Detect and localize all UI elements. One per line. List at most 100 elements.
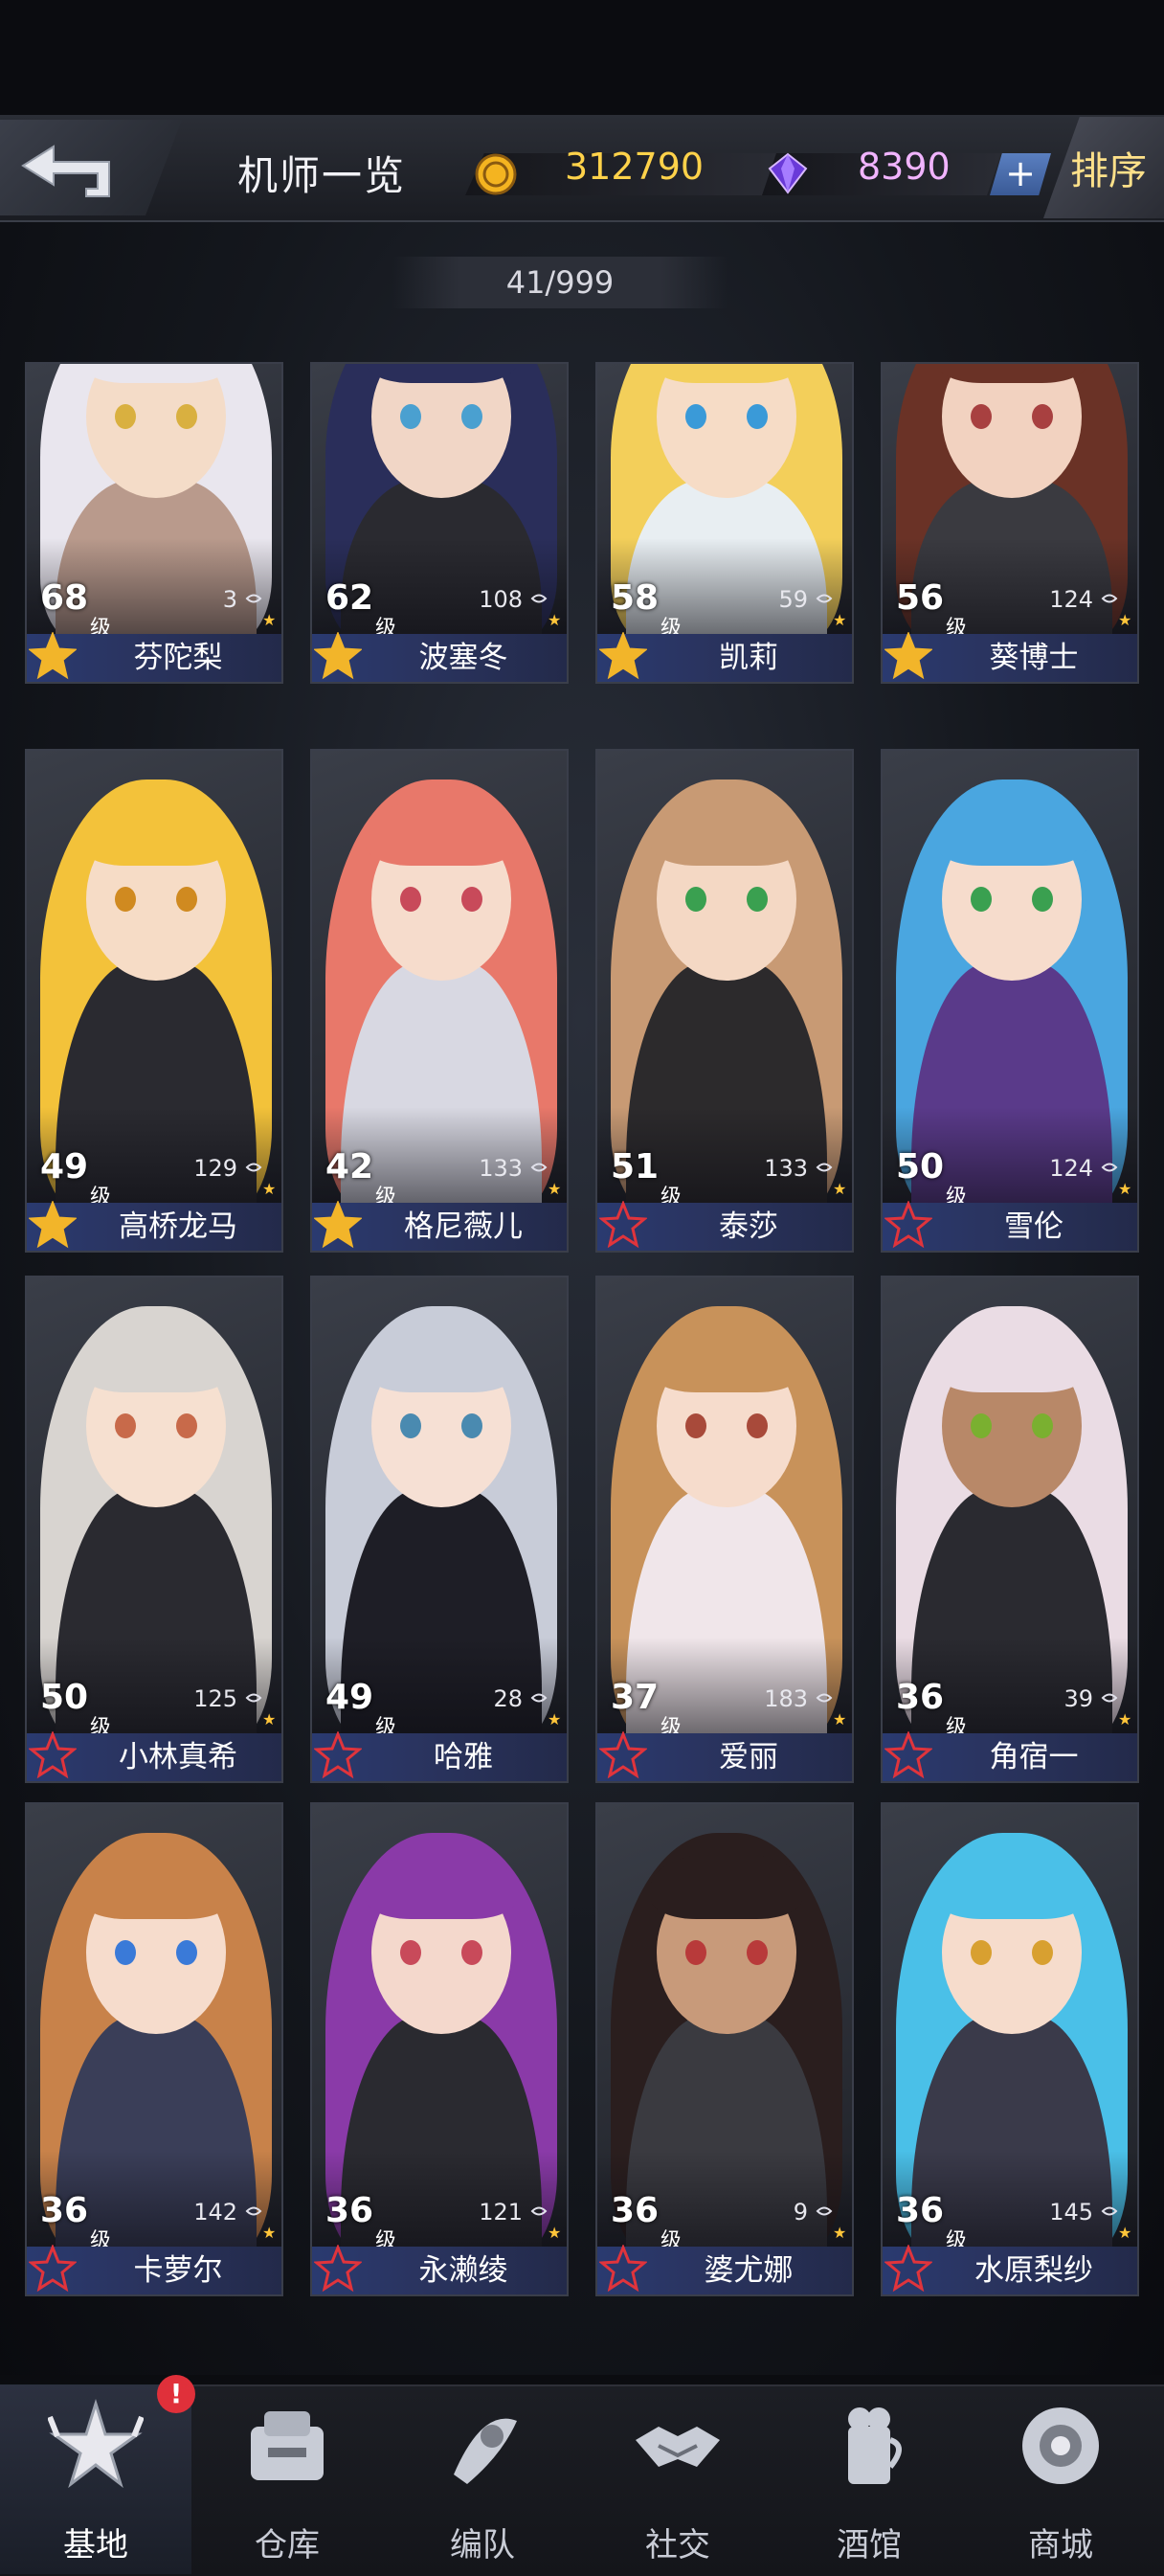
portrait-eye [461,1413,482,1438]
pilot-name: 永濑绫 [418,2253,508,2288]
shard-count: 108 [479,586,523,613]
portrait-bangs [936,1325,1087,1392]
pilot-name: 格尼薇儿 [404,1209,523,1244]
rank-star-icon [314,1731,362,1779]
nav-item-handshake[interactable]: 社交 [582,2384,773,2574]
alert-badge: ! [157,2375,195,2413]
shard-count: 121 [479,2199,523,2226]
portrait-eye [115,1413,136,1438]
shard-icon [245,1693,262,1703]
mini-star-icon: ★ [548,1180,562,1198]
pilot-level: 50 [40,1678,89,1717]
portrait-eye [971,404,992,429]
pilot-card[interactable]: 42 级 133 ★ 格尼薇儿 [310,749,569,1253]
mini-star-icon: ★ [1118,1180,1132,1198]
portrait-bangs [80,1325,232,1392]
nav-item-formation[interactable]: 编队 [387,2384,578,2574]
mini-star-icon: ★ [833,611,847,629]
portrait-eye [461,1940,482,1965]
shard-icon [816,1693,833,1703]
pilot-card[interactable]: 56 级 124 ★ 葵博士 [881,362,1139,684]
handshake-icon [636,2427,720,2467]
formation-icon [454,2418,517,2484]
pilot-card[interactable]: 50 级 124 ★ 雪伦 [881,749,1139,1253]
mini-star-icon: ★ [1118,1710,1132,1729]
pilot-name: 角宿一 [989,1740,1079,1774]
portrait-eye [400,1413,421,1438]
portrait-eye [176,1413,197,1438]
pilot-level: 51 [611,1147,660,1186]
portrait-eye [400,887,421,912]
pilot-card[interactable]: 36 级 9 ★ 婆尤娜 [595,1802,854,2296]
pilot-card[interactable]: 50 级 125 ★ 小林真希 [25,1276,283,1783]
shard-icon [245,2206,262,2216]
pilot-name: 爱丽 [719,1740,778,1774]
shard-icon [816,594,833,603]
shard-count: 133 [764,1155,808,1182]
portrait-eye [747,887,768,912]
pilot-name: 小林真希 [119,1740,237,1774]
portrait-eye [1032,404,1053,429]
shard-count: 124 [1049,586,1093,613]
pilot-level: 36 [40,2191,89,2230]
pilot-card[interactable]: 68 级 3 ★ 芬陀梨 [25,362,283,684]
portrait-bangs [366,1325,517,1392]
portrait-eye [685,1940,706,1965]
portrait-bangs [80,1852,232,1919]
pilot-name: 葵博士 [989,641,1079,675]
shop-icon [1022,2407,1099,2484]
pilot-card[interactable]: 36 级 145 ★ 水原梨纱 [881,1802,1139,2296]
shard-count: 133 [479,1155,523,1182]
pilot-level: 36 [611,2191,660,2230]
portrait-eye [747,1413,768,1438]
shard-icon [245,594,262,603]
portrait-eye [400,1940,421,1965]
rank-star-icon [314,632,362,680]
portrait-eye [747,404,768,429]
pilot-name: 波塞冬 [418,641,508,675]
shard-count: 145 [1049,2199,1093,2226]
portrait-eye [1032,1940,1053,1965]
shard-icon [530,1693,548,1703]
shard-icon [816,2206,833,2216]
pilot-card[interactable]: 58 级 59 ★ 凯莉 [595,362,854,684]
portrait-eye [1032,887,1053,912]
pilot-level: 49 [325,1678,374,1717]
nav-label: 酒馆 [837,2526,902,2565]
shard-icon [530,1163,548,1172]
shard-icon [1101,1163,1118,1172]
shard-icon [816,1163,833,1172]
portrait-eye [685,404,706,429]
mini-star-icon: ★ [548,1710,562,1729]
shard-count: 39 [1063,1685,1093,1712]
mini-star-icon: ★ [833,2224,847,2242]
nav-item-base[interactable]: 基地 [0,2384,191,2574]
nav-item-shop[interactable]: 商城 [965,2384,1156,2574]
rank-star-icon [314,1201,362,1249]
mini-star-icon: ★ [262,2224,277,2242]
rank-star-icon [599,1201,647,1249]
nav-label: 仓库 [255,2526,320,2565]
pilot-level: 42 [325,1147,374,1186]
pilot-card[interactable]: 49 级 129 ★ 高桥龙马 [25,749,283,1253]
portrait-bangs [936,364,1087,383]
pilot-card[interactable]: 36 级 121 ★ 永濑绫 [310,1802,569,2296]
pilot-card[interactable]: 36 级 142 ★ 卡萝尔 [25,1802,283,2296]
pilot-card[interactable]: 36 级 39 ★ 角宿一 [881,1276,1139,1783]
shard-icon [530,594,548,603]
pilot-name: 雪伦 [1004,1209,1063,1244]
portrait-eye [461,887,482,912]
pilot-grid: 68 级 3 ★ 芬陀梨 62 级 108 ★ 波塞冬 58 级 59 ★ 凯莉 56 级 124 ★ 葵博士 49 级 1… [0,0,1164,2574]
nav-item-warehouse[interactable]: 仓库 [191,2384,383,2574]
mini-star-icon: ★ [1118,2224,1132,2242]
shard-count: 124 [1049,1155,1093,1182]
pilot-card[interactable]: 62 级 108 ★ 波塞冬 [310,362,569,684]
pilot-card[interactable]: 51 级 133 ★ 泰莎 [595,749,854,1253]
pilot-level: 56 [896,578,945,618]
pilot-name: 水原梨纱 [974,2253,1093,2288]
mini-star-icon: ★ [262,1180,277,1198]
pilot-level: 36 [325,2191,374,2230]
nav-item-tavern[interactable]: 酒馆 [773,2384,965,2574]
pilot-card[interactable]: 37 级 183 ★ 爱丽 [595,1276,854,1783]
pilot-card[interactable]: 49 级 28 ★ 哈雅 [310,1276,569,1783]
